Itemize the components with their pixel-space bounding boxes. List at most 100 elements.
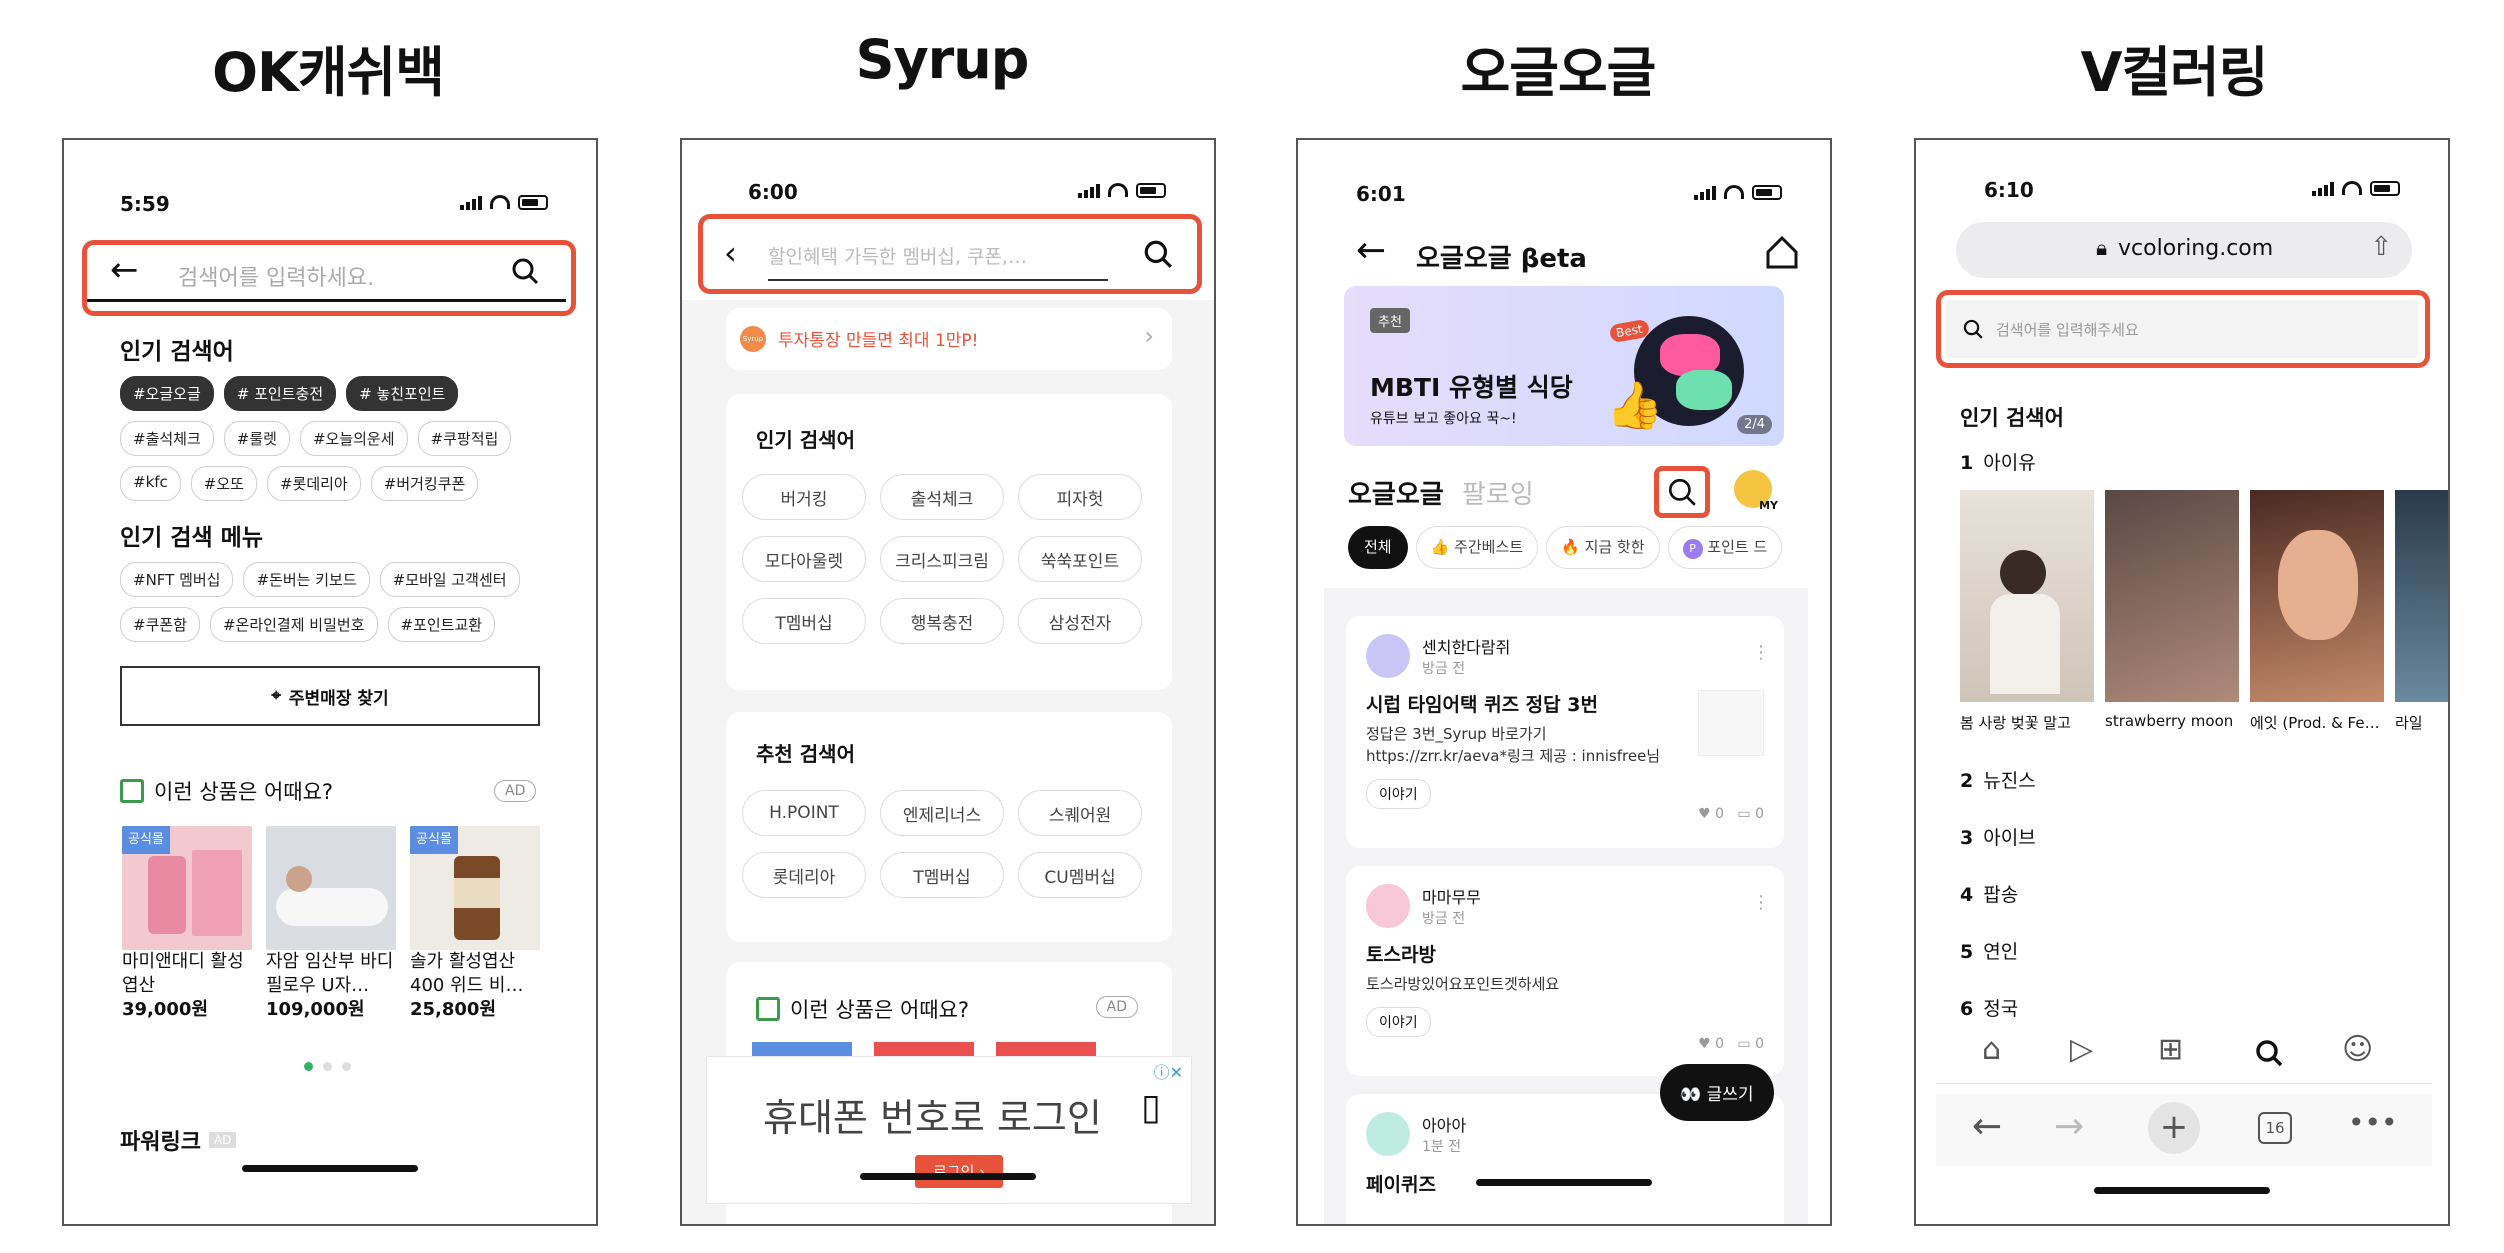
popular-tag[interactable]: #롯데리아 — [266, 466, 361, 501]
share-icon[interactable]: ⇧ — [2370, 232, 2392, 262]
login-banner-ad[interactable]: ⓘ✕ 휴대폰 번호로 로그인 ▯ 로그인 › — [706, 1056, 1192, 1204]
play-icon[interactable]: ▷ — [2070, 1032, 2093, 1067]
popular-tag[interactable]: # 포인트충전 — [223, 376, 337, 411]
menu-tag[interactable]: #돈버는 키보드 — [243, 562, 370, 597]
write-button[interactable]: 👀 글쓰기 — [1660, 1064, 1774, 1121]
keyword-pill[interactable]: 크리스피크림 — [880, 536, 1004, 582]
keyword-pill[interactable]: T멤버십 — [880, 852, 1004, 898]
promo-banner[interactable]: Syrup 투자통장 만들면 최대 1만P! › — [726, 308, 1172, 370]
filter-chip-hot[interactable]: 🔥 지금 핫한 — [1546, 526, 1660, 569]
powerlink-title: 파워링크 — [120, 1130, 201, 1155]
menu-tag[interactable]: #온라인결제 비밀번호 — [209, 607, 378, 642]
thumb-card[interactable]: strawberry moon — [2105, 490, 2239, 730]
search-highlight — [1654, 466, 1710, 518]
popular-tag[interactable]: #쿠팡적립 — [417, 421, 512, 456]
login-button[interactable]: 로그인 › — [915, 1155, 1004, 1188]
keyword-pill[interactable]: 스퀘어원 — [1018, 790, 1142, 836]
keyword-pill[interactable]: 행복충전 — [880, 598, 1004, 644]
tab-ogleogle[interactable]: 오글오글 — [1348, 474, 1444, 511]
thumb-card[interactable]: 라일 — [2395, 490, 2448, 730]
popular-tag[interactable]: #출석체크 — [120, 421, 214, 456]
search-tab-icon[interactable] — [2254, 1038, 2284, 1068]
keyword-pill[interactable]: 엔제리너스 — [880, 790, 1004, 836]
recommend-pills: H.POINT 엔제리너스 스퀘어원 롯데리아 T멤버십 CU멤버십 — [742, 790, 1142, 898]
product-card[interactable]: 공식몰 솔가 활성엽산 400 위드 비… 25,800원 — [410, 826, 540, 1022]
keyword-pill[interactable]: 버거킹 — [742, 474, 866, 520]
keyword-pill[interactable]: 롯데리아 — [742, 852, 866, 898]
keyword-pill[interactable]: 모다아울렛 — [742, 536, 866, 582]
status-icons — [1078, 182, 1166, 198]
home-icon[interactable] — [1764, 234, 1800, 270]
feed-post[interactable]: 센치한다람쥐 방금 전 ⋮ 시럽 타임어택 퀴즈 정답 3번 정답은 3번_Sy… — [1346, 616, 1784, 848]
menu-tag[interactable]: #포인트교환 — [387, 607, 496, 642]
keyword-pill[interactable]: 삼성전자 — [1018, 598, 1142, 644]
home-icon[interactable]: ⌂ — [1982, 1032, 2001, 1067]
thumb-card[interactable]: 에잇 (Prod. & Fe… — [2250, 490, 2384, 730]
more-menu-icon[interactable]: ••• — [2348, 1106, 2398, 1139]
popular-tag[interactable]: # 놓친포인트 — [346, 376, 459, 411]
ad-close-icon[interactable]: ⓘ✕ — [1154, 1059, 1183, 1083]
battery-icon — [1752, 184, 1782, 200]
feed-post[interactable]: 마마무무 방금 전 ⋮ 토스라방 토스라방있어요포인트겟하세요 이야기 ♥ 0 … — [1346, 866, 1784, 1076]
more-icon[interactable]: ⋮ — [1752, 892, 1770, 913]
product-name: 마미앤대디 활성엽산 — [122, 951, 244, 996]
popular-tags: #오글오글 # 포인트충전 # 놓친포인트 #출석체크 #룰렛 #오늘의운세 #… — [120, 376, 560, 501]
post-stats: ♥ 0 ▭ 0 — [1698, 1036, 1764, 1052]
promo-banner[interactable]: 추천 MBTI 유형별 식당 유튜브 보고 좋아요 꾹~! Best 👍 2/4 — [1344, 286, 1784, 446]
keyword-pill[interactable]: 쑥쑥포인트 — [1018, 536, 1142, 582]
rank-name: 아이브 — [1983, 827, 2036, 849]
new-tab-icon[interactable]: + — [2148, 1102, 2200, 1154]
keyword-pill[interactable]: 출석체크 — [880, 474, 1004, 520]
battery-icon — [2370, 180, 2400, 196]
popular-tag[interactable]: #룰렛 — [223, 421, 290, 456]
rank-item[interactable]: 5 연인 — [1960, 937, 2018, 964]
rank-item[interactable]: 2 뉴진스 — [1960, 766, 2036, 793]
popular-tag[interactable]: #오늘의운세 — [299, 421, 408, 456]
product-card[interactable]: 공식몰 마미앤대디 활성엽산 39,000원 — [122, 826, 252, 1022]
thumbnail-strip: 봄 사랑 벚꽃 말고 strawberry moon 에잇 (Prod. & F… — [1960, 490, 2448, 730]
popular-tag[interactable]: #오또 — [190, 466, 257, 501]
banner-page: 2/4 — [1737, 415, 1772, 434]
wifi-icon — [2342, 181, 2362, 195]
menu-tag[interactable]: #쿠폰함 — [120, 607, 200, 642]
store-finder-button[interactable]: ⌖ 주변매장 찾기 — [120, 666, 540, 726]
banner-tag: 추천 — [1370, 308, 1410, 333]
post-author: 마마무무 — [1422, 888, 1481, 907]
title-syrup: Syrup — [855, 28, 1030, 91]
keyword-pill[interactable]: CU멤버십 — [1018, 852, 1142, 898]
rank-item[interactable]: 3 아이브 — [1960, 823, 2036, 850]
profile-icon[interactable]: ☺ — [2342, 1032, 2373, 1067]
post-time: 방금 전 — [1422, 661, 1466, 677]
address-bar[interactable]: 🔒︎ vcoloring.com ⇧ — [1956, 222, 2412, 278]
popular-tag[interactable]: #버거킹쿠폰 — [370, 466, 479, 501]
product-card[interactable]: 자암 임산부 바디필로우 U자… 109,000원 — [266, 826, 396, 1022]
header-title: 오글오글 βeta — [1416, 244, 1587, 274]
filter-chip-all[interactable]: 전체 — [1348, 526, 1408, 569]
menu-tag[interactable]: #NFT 멤버십 — [120, 562, 234, 597]
popular-tag[interactable]: #오글오글 — [120, 376, 214, 411]
gift-icon[interactable]: ⊞ — [2158, 1032, 2183, 1067]
thumb-image — [2105, 490, 2239, 702]
tab-count[interactable]: 16 — [2258, 1112, 2292, 1144]
rank-item[interactable]: 6 정국 — [1960, 994, 2018, 1021]
back-arrow-icon[interactable]: ← — [1972, 1106, 2002, 1147]
thumb-card[interactable]: 봄 사랑 벚꽃 말고 — [1960, 490, 2094, 730]
post-tag[interactable]: 이야기 — [1366, 1007, 1431, 1037]
filter-chip-weekly[interactable]: 👍 주간베스트 — [1415, 526, 1539, 569]
keyword-pill[interactable]: T멤버십 — [742, 598, 866, 644]
more-icon[interactable]: ⋮ — [1752, 642, 1770, 663]
menu-tag[interactable]: #모바일 고객센터 — [379, 562, 520, 597]
my-avatar[interactable]: MY — [1734, 470, 1778, 512]
post-tag[interactable]: 이야기 — [1366, 779, 1431, 809]
back-arrow-icon[interactable]: ← — [1356, 230, 1386, 271]
thumb-title: 에잇 (Prod. & Fe… — [2250, 714, 2380, 730]
popular-tag[interactable]: #kfc — [120, 466, 181, 501]
tab-following[interactable]: 팔로잉 — [1462, 474, 1534, 511]
keyword-pill[interactable]: H.POINT — [742, 790, 866, 836]
forward-arrow-icon[interactable]: → — [2054, 1106, 2084, 1147]
vcoloring-screen: 6:10 🔒︎ vcoloring.com ⇧ 검색어를 입력해주세요 인기 검… — [1914, 138, 2450, 1226]
rank-item[interactable]: 1 아이유 — [1960, 448, 2036, 475]
rank-item[interactable]: 4 팝송 — [1960, 880, 2018, 907]
keyword-pill[interactable]: 피자헛 — [1018, 474, 1142, 520]
filter-chip-point[interactable]: P 포인트 드 — [1667, 526, 1783, 569]
